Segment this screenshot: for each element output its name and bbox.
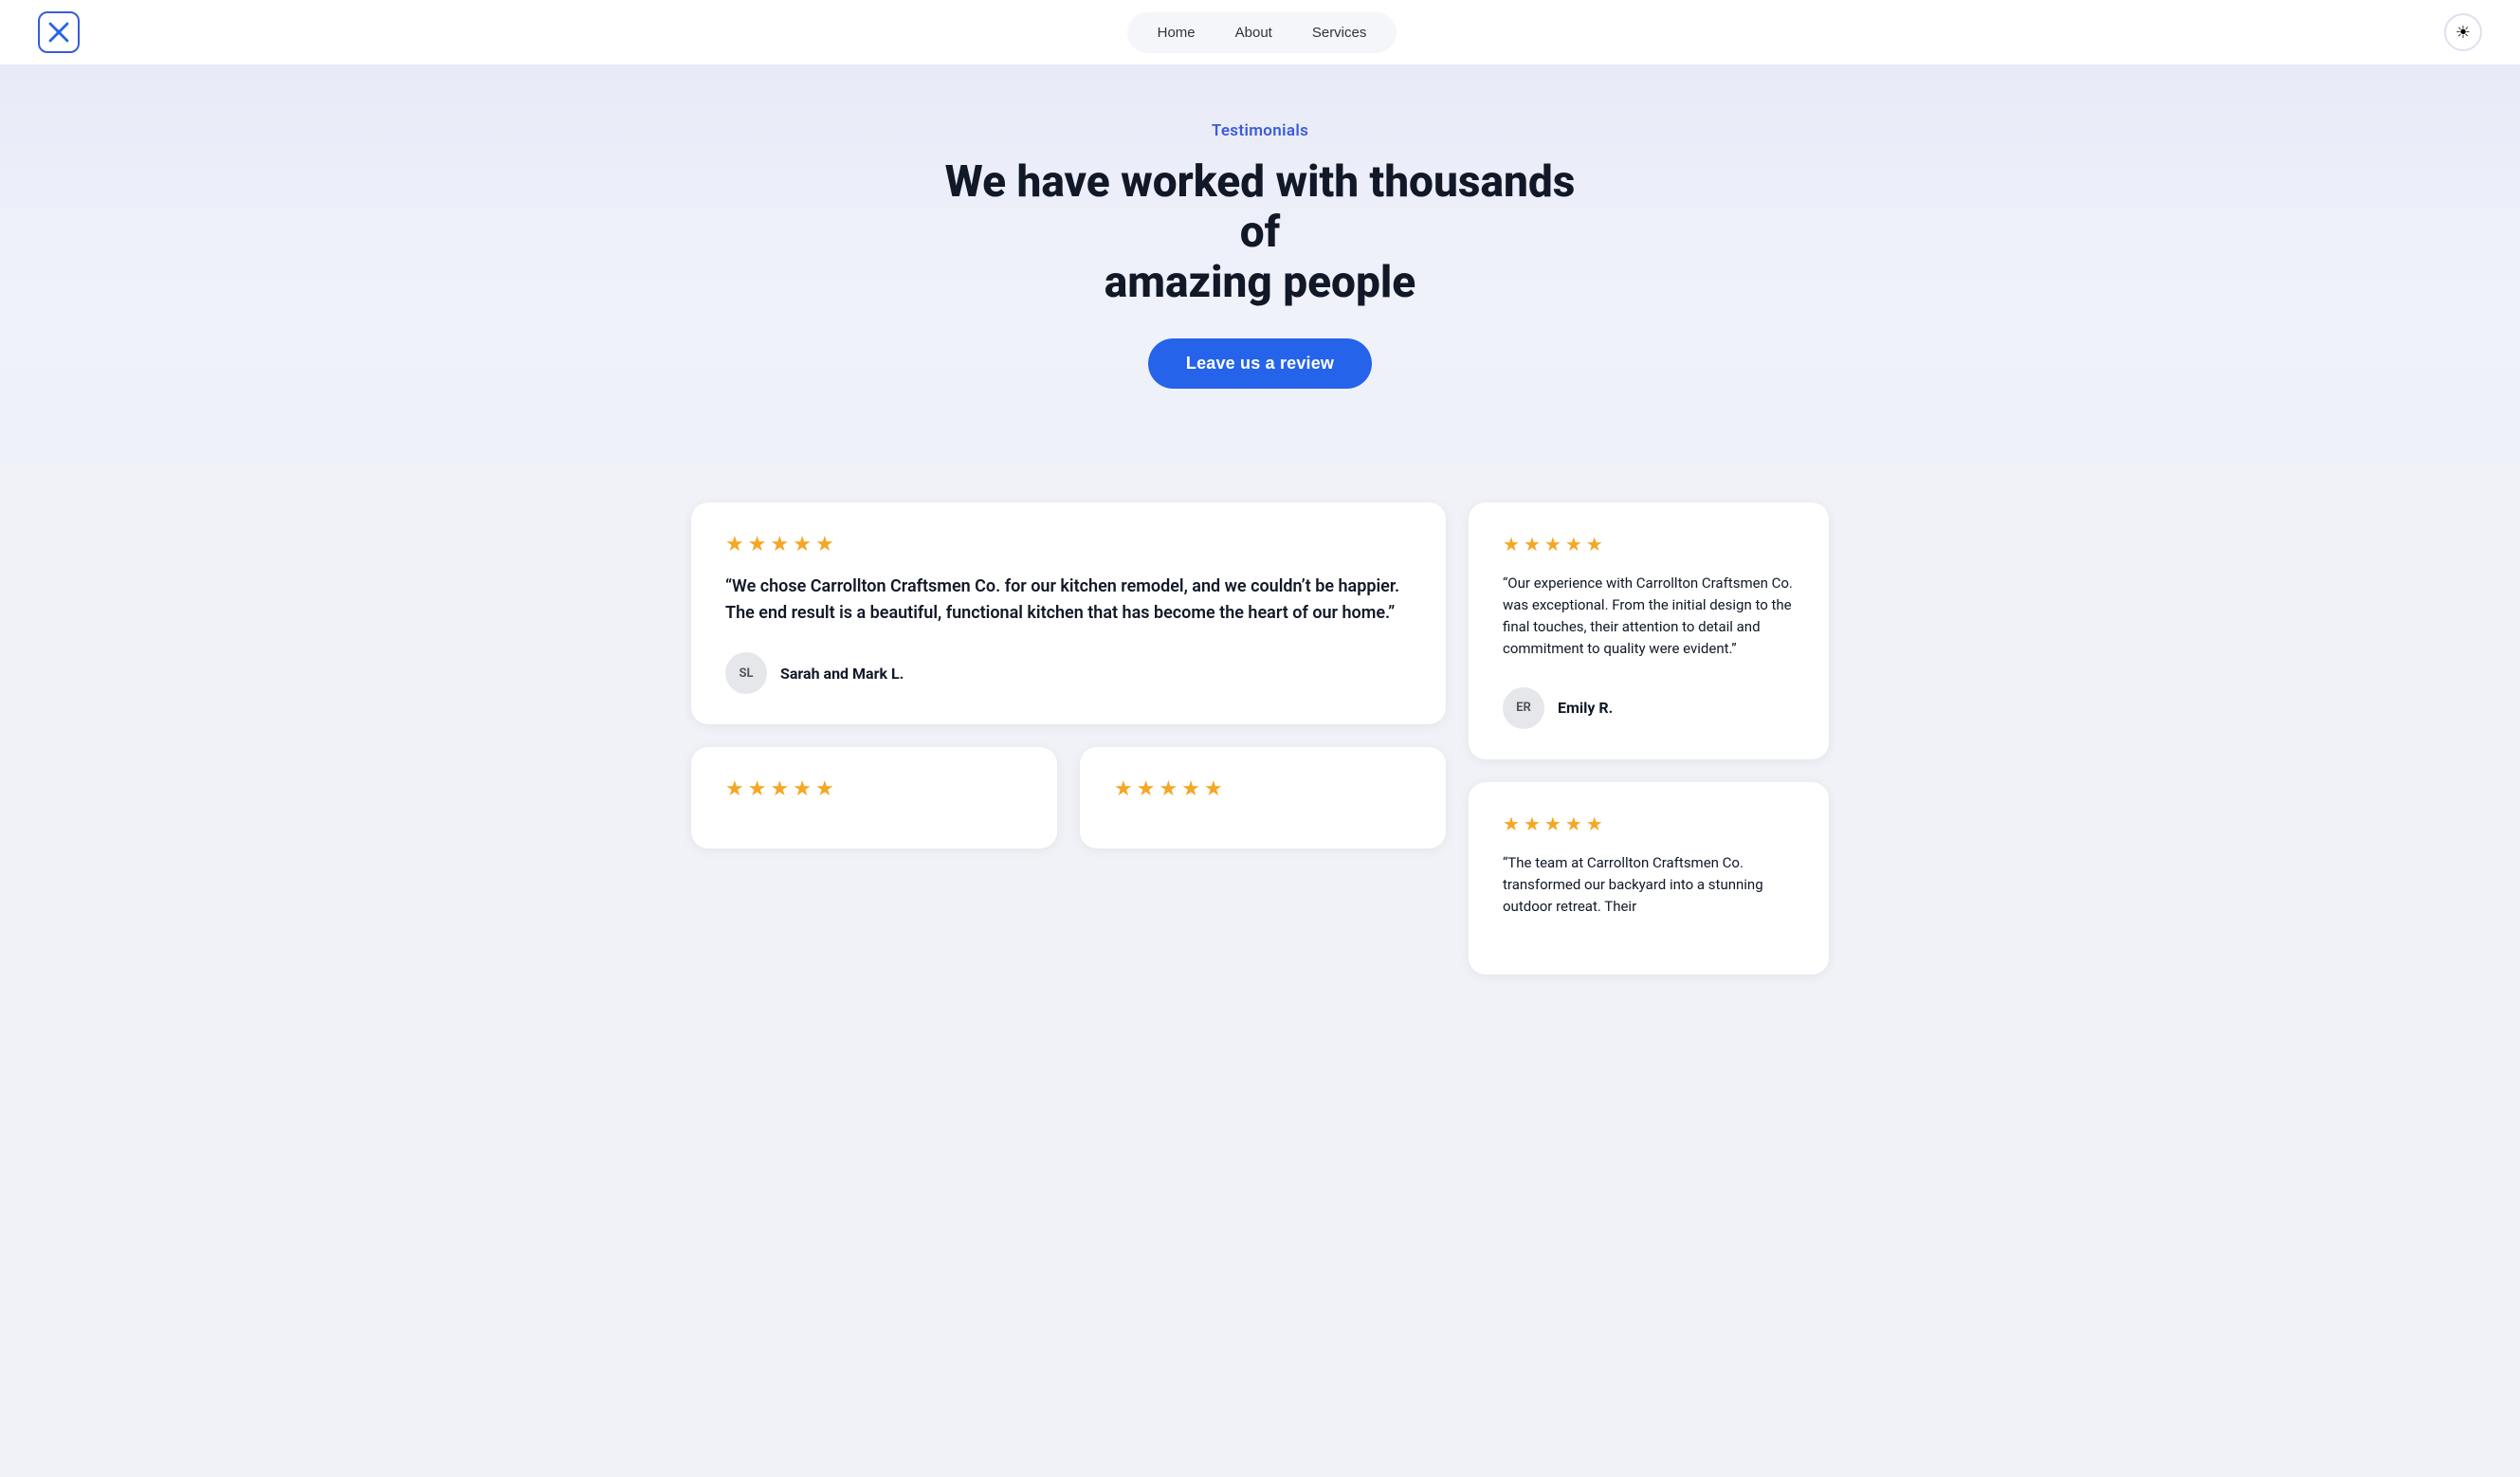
main-review-card: ★ ★ ★ ★ ★ “We chose Carrollton Craftsmen… (691, 502, 1446, 725)
cards-section: ★ ★ ★ ★ ★ “We chose Carrollton Craftsmen… (0, 465, 2520, 1032)
star-5: ★ (815, 533, 834, 556)
leave-review-button[interactable]: Leave us a review (1148, 338, 1372, 389)
right-review-text-2: “The team at Carrollton Craftsmen Co. tr… (1503, 852, 1795, 919)
cards-layout: ★ ★ ★ ★ ★ “We chose Carrollton Craftsmen… (691, 502, 1829, 976)
right-stars-1: ★ ★ ★ ★ ★ (1503, 533, 1795, 556)
main-review-text: “We chose Carrollton Craftsmen Co. for o… (725, 574, 1412, 627)
star-1: ★ (725, 533, 744, 556)
bottom-row: ★ ★ ★ ★ ★ ★ ★ ★ ★ ★ (691, 747, 1446, 848)
hero-section: Testimonials We have worked with thousan… (0, 64, 2520, 465)
section-label: Testimonials (38, 121, 2482, 140)
bottom-stars-1: ★ ★ ★ ★ ★ (725, 777, 1023, 801)
right-reviewer-1: ER Emily R. (1503, 687, 1795, 729)
bottom-review-card-2: ★ ★ ★ ★ ★ (1080, 747, 1446, 848)
sun-icon: ☀ (2456, 23, 2471, 43)
main-reviewer-name: Sarah and Mark L. (780, 665, 904, 683)
main-reviewer: SL Sarah and Mark L. (725, 652, 1412, 694)
nav-about[interactable]: About (1218, 18, 1289, 47)
page-content: Testimonials We have worked with thousan… (0, 0, 2520, 1031)
right-stars-2: ★ ★ ★ ★ ★ (1503, 812, 1795, 835)
nav-links: Home About Services (1127, 12, 1397, 53)
right-column: ★ ★ ★ ★ ★ “Our experience with Carrollto… (1469, 502, 1829, 976)
navbar: Home About Services ☀ (0, 0, 2520, 64)
right-review-card-2: ★ ★ ★ ★ ★ “The team at Carrollton Crafts… (1469, 782, 1829, 976)
left-column: ★ ★ ★ ★ ★ “We chose Carrollton Craftsmen… (691, 502, 1446, 976)
star-4: ★ (793, 533, 812, 556)
main-review-stars: ★ ★ ★ ★ ★ (725, 533, 1412, 556)
right-review-text-1: “Our experience with Carrollton Craftsme… (1503, 573, 1795, 661)
star-2: ★ (748, 533, 767, 556)
nav-services[interactable]: Services (1295, 18, 1384, 47)
theme-toggle-button[interactable]: ☀ (2444, 13, 2482, 51)
main-reviewer-avatar: SL (725, 652, 767, 694)
right-review-card-1: ★ ★ ★ ★ ★ “Our experience with Carrollto… (1469, 502, 1829, 759)
bottom-stars-2: ★ ★ ★ ★ ★ (1114, 777, 1412, 801)
bottom-review-card-1: ★ ★ ★ ★ ★ (691, 747, 1057, 848)
right-reviewer-name-1: Emily R. (1558, 699, 1613, 717)
star-3: ★ (770, 533, 789, 556)
nav-home[interactable]: Home (1141, 18, 1213, 47)
hero-title: We have worked with thousands of amazing… (928, 157, 1592, 308)
right-reviewer-avatar-1: ER (1503, 687, 1544, 729)
logo[interactable] (38, 11, 80, 53)
